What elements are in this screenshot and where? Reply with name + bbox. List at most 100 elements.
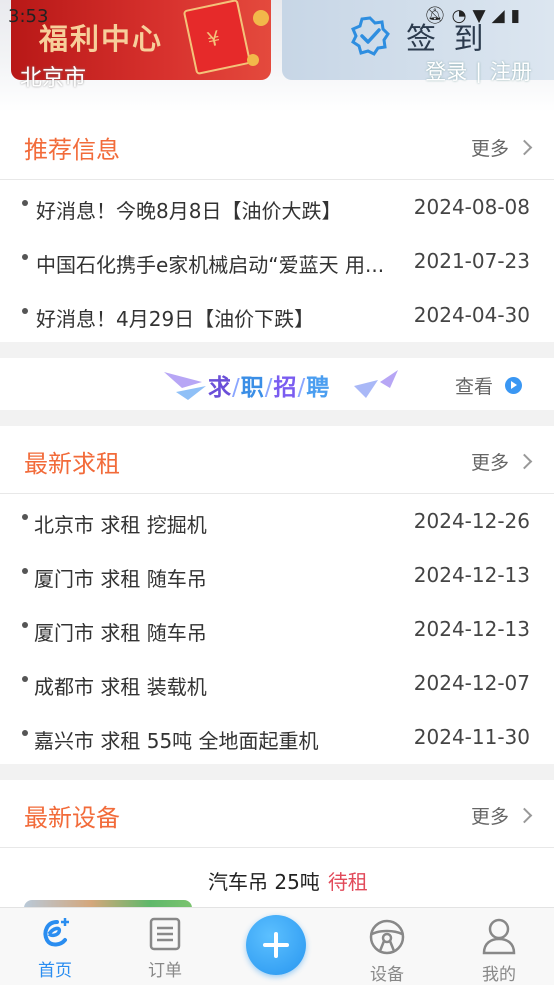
decorative-arrow-icon bbox=[354, 370, 398, 398]
bullet-icon bbox=[22, 514, 28, 520]
view-label: 查看 bbox=[454, 376, 493, 398]
jobs-char: 求 bbox=[208, 375, 232, 401]
battery-icon: ▮ bbox=[510, 6, 520, 26]
equipment-item[interactable]: 汽车吊 25吨 待租 bbox=[0, 848, 554, 907]
jobs-view-link[interactable]: 查看 bbox=[455, 372, 522, 399]
recommend-more-link[interactable]: 更多 bbox=[470, 134, 533, 161]
tab-orders-label: 订单 bbox=[148, 961, 182, 981]
rent-title-text: 嘉兴市 求租 55吨 全地面起重机 bbox=[34, 729, 319, 753]
news-date: 2024-04-30 bbox=[413, 303, 530, 327]
equipment-thumbnail bbox=[24, 900, 192, 907]
list-item[interactable]: 好消息！今晚8月8日【油价大跌】 2024-08-08 bbox=[0, 180, 554, 234]
jobs-banner[interactable]: 求/职/招/聘 查看 bbox=[0, 358, 554, 410]
rent-more-link[interactable]: 更多 bbox=[470, 448, 533, 475]
rent-date: 2024-12-07 bbox=[413, 671, 530, 695]
news-title: 中国石化携手e家机械启动“爱蓝天 用... bbox=[36, 253, 385, 277]
jobs-char: 招 bbox=[273, 375, 298, 401]
tab-orders[interactable]: 订单 bbox=[110, 908, 220, 985]
tab-mine-label: 我的 bbox=[482, 965, 516, 985]
more-label: 更多 bbox=[470, 452, 509, 474]
bullet-icon bbox=[22, 622, 28, 628]
jobs-slash: / bbox=[264, 375, 274, 401]
equipment-more-link[interactable]: 更多 bbox=[470, 802, 533, 829]
jobs-slash: / bbox=[297, 375, 307, 401]
rent-section: 最新求租 更多 北京市 求租 挖掘机 2024-12-26 厦门市 求租 随车吊… bbox=[0, 426, 554, 764]
city-selector[interactable]: 北京市 bbox=[20, 60, 86, 92]
play-circle-icon bbox=[505, 377, 522, 394]
login-link[interactable]: 登录 bbox=[425, 56, 467, 86]
rent-date: 2024-12-26 bbox=[413, 509, 530, 533]
bullet-icon bbox=[22, 676, 28, 682]
equipment-header: 最新设备 更多 bbox=[0, 780, 554, 848]
equipment-section: 最新设备 更多 汽车吊 25吨 待租 bbox=[0, 780, 554, 907]
equipment-name-text: 汽车吊 25吨 bbox=[208, 870, 320, 894]
steering-wheel-icon bbox=[369, 919, 405, 955]
news-title: 好消息！今晚8月8日【油价大跌】 bbox=[36, 199, 342, 223]
chevron-right-icon bbox=[516, 807, 533, 824]
home-logo-icon bbox=[43, 918, 69, 947]
news-date: 2024-08-08 bbox=[413, 195, 530, 219]
top-header: 3:53 🔕︎ ◔ ▼ ◢ ▮ 福利中心 北京市 签 到 登录 | 注册 bbox=[0, 0, 554, 112]
welfare-center-title: 福利中心 bbox=[39, 22, 164, 56]
equipment-status: 待租 bbox=[327, 870, 368, 894]
recommend-header: 推荐信息 更多 bbox=[0, 112, 554, 180]
bullet-icon bbox=[22, 200, 28, 206]
list-item[interactable]: 厦门市 求租 随车吊 2024-12-13 bbox=[0, 548, 554, 602]
equipment-name: 汽车吊 25吨 待租 bbox=[208, 866, 368, 895]
chevron-right-icon bbox=[516, 453, 533, 470]
list-item[interactable]: 中国石化携手e家机械启动“爱蓝天 用... 2021-07-23 bbox=[0, 234, 554, 288]
add-publish-button[interactable] bbox=[246, 915, 306, 975]
jobs-title: 求/职/招/聘 bbox=[208, 368, 330, 402]
rent-title-text: 北京市 求租 挖掘机 bbox=[34, 513, 207, 537]
rent-date: 2024-12-13 bbox=[413, 563, 530, 587]
orders-icon bbox=[149, 917, 181, 951]
status-icons: 🔕︎ ◔ ▼ ◢ ▮ bbox=[424, 8, 520, 25]
more-label: 更多 bbox=[470, 138, 509, 160]
checkin-badge-icon bbox=[351, 16, 390, 56]
jobs-char: 职 bbox=[240, 375, 265, 401]
list-item[interactable]: 嘉兴市 求租 55吨 全地面起重机 2024-11-30 bbox=[0, 710, 554, 764]
mute-icon: 🔕︎ bbox=[424, 6, 446, 26]
bullet-icon bbox=[22, 568, 28, 574]
rent-title-text: 成都市 求租 装载机 bbox=[34, 675, 207, 699]
rent-title-text: 厦门市 求租 随车吊 bbox=[34, 621, 207, 645]
rent-header: 最新求租 更多 bbox=[0, 426, 554, 494]
wifi-icon: ▼ bbox=[472, 6, 486, 26]
register-link[interactable]: 注册 bbox=[490, 56, 532, 86]
equipment-title: 最新设备 bbox=[24, 804, 120, 832]
list-item[interactable]: 北京市 求租 挖掘机 2024-12-26 bbox=[0, 494, 554, 548]
list-item[interactable]: 厦门市 求租 随车吊 2024-12-13 bbox=[0, 602, 554, 656]
recommend-title: 推荐信息 bbox=[24, 136, 120, 164]
rent-title-text: 厦门市 求租 随车吊 bbox=[34, 567, 207, 591]
tab-home[interactable]: 首页 bbox=[0, 908, 110, 985]
tab-devices-label: 设备 bbox=[370, 965, 404, 985]
chevron-right-icon bbox=[516, 139, 533, 156]
rent-title: 最新求租 bbox=[24, 450, 120, 478]
user-icon bbox=[482, 918, 516, 955]
rent-date: 2024-11-30 bbox=[413, 725, 530, 749]
auth-links: 登录 | 注册 bbox=[425, 56, 532, 86]
signal-icon: ◢ bbox=[491, 6, 505, 26]
tab-mine[interactable]: 我的 bbox=[444, 908, 554, 985]
bullet-icon bbox=[22, 254, 28, 260]
bullet-icon bbox=[22, 308, 28, 314]
news-title: 好消息！4月29日【油价下跌】 bbox=[36, 307, 315, 331]
coin-icon bbox=[247, 54, 259, 66]
tab-home-label: 首页 bbox=[38, 961, 72, 981]
alarm-icon: ◔ bbox=[451, 6, 467, 26]
list-item[interactable]: 成都市 求租 装载机 2024-12-07 bbox=[0, 656, 554, 710]
jobs-char: 聘 bbox=[306, 375, 331, 401]
list-item[interactable]: 好消息！4月29日【油价下跌】 2024-04-30 bbox=[0, 288, 554, 342]
tab-devices[interactable]: 设备 bbox=[332, 908, 442, 985]
auth-separator: | bbox=[475, 59, 482, 83]
status-time: 3:53 bbox=[8, 6, 49, 27]
jobs-slash: / bbox=[232, 375, 241, 401]
decorative-arrow-icon bbox=[164, 372, 206, 400]
more-label: 更多 bbox=[470, 806, 509, 828]
red-envelope-icon bbox=[182, 0, 252, 76]
bullet-icon bbox=[22, 730, 28, 736]
coin-icon bbox=[253, 10, 269, 26]
recommend-section: 推荐信息 更多 好消息！今晚8月8日【油价大跌】 2024-08-08 中国石化… bbox=[0, 112, 554, 342]
rent-date: 2024-12-13 bbox=[413, 617, 530, 641]
news-date: 2021-07-23 bbox=[413, 249, 530, 273]
